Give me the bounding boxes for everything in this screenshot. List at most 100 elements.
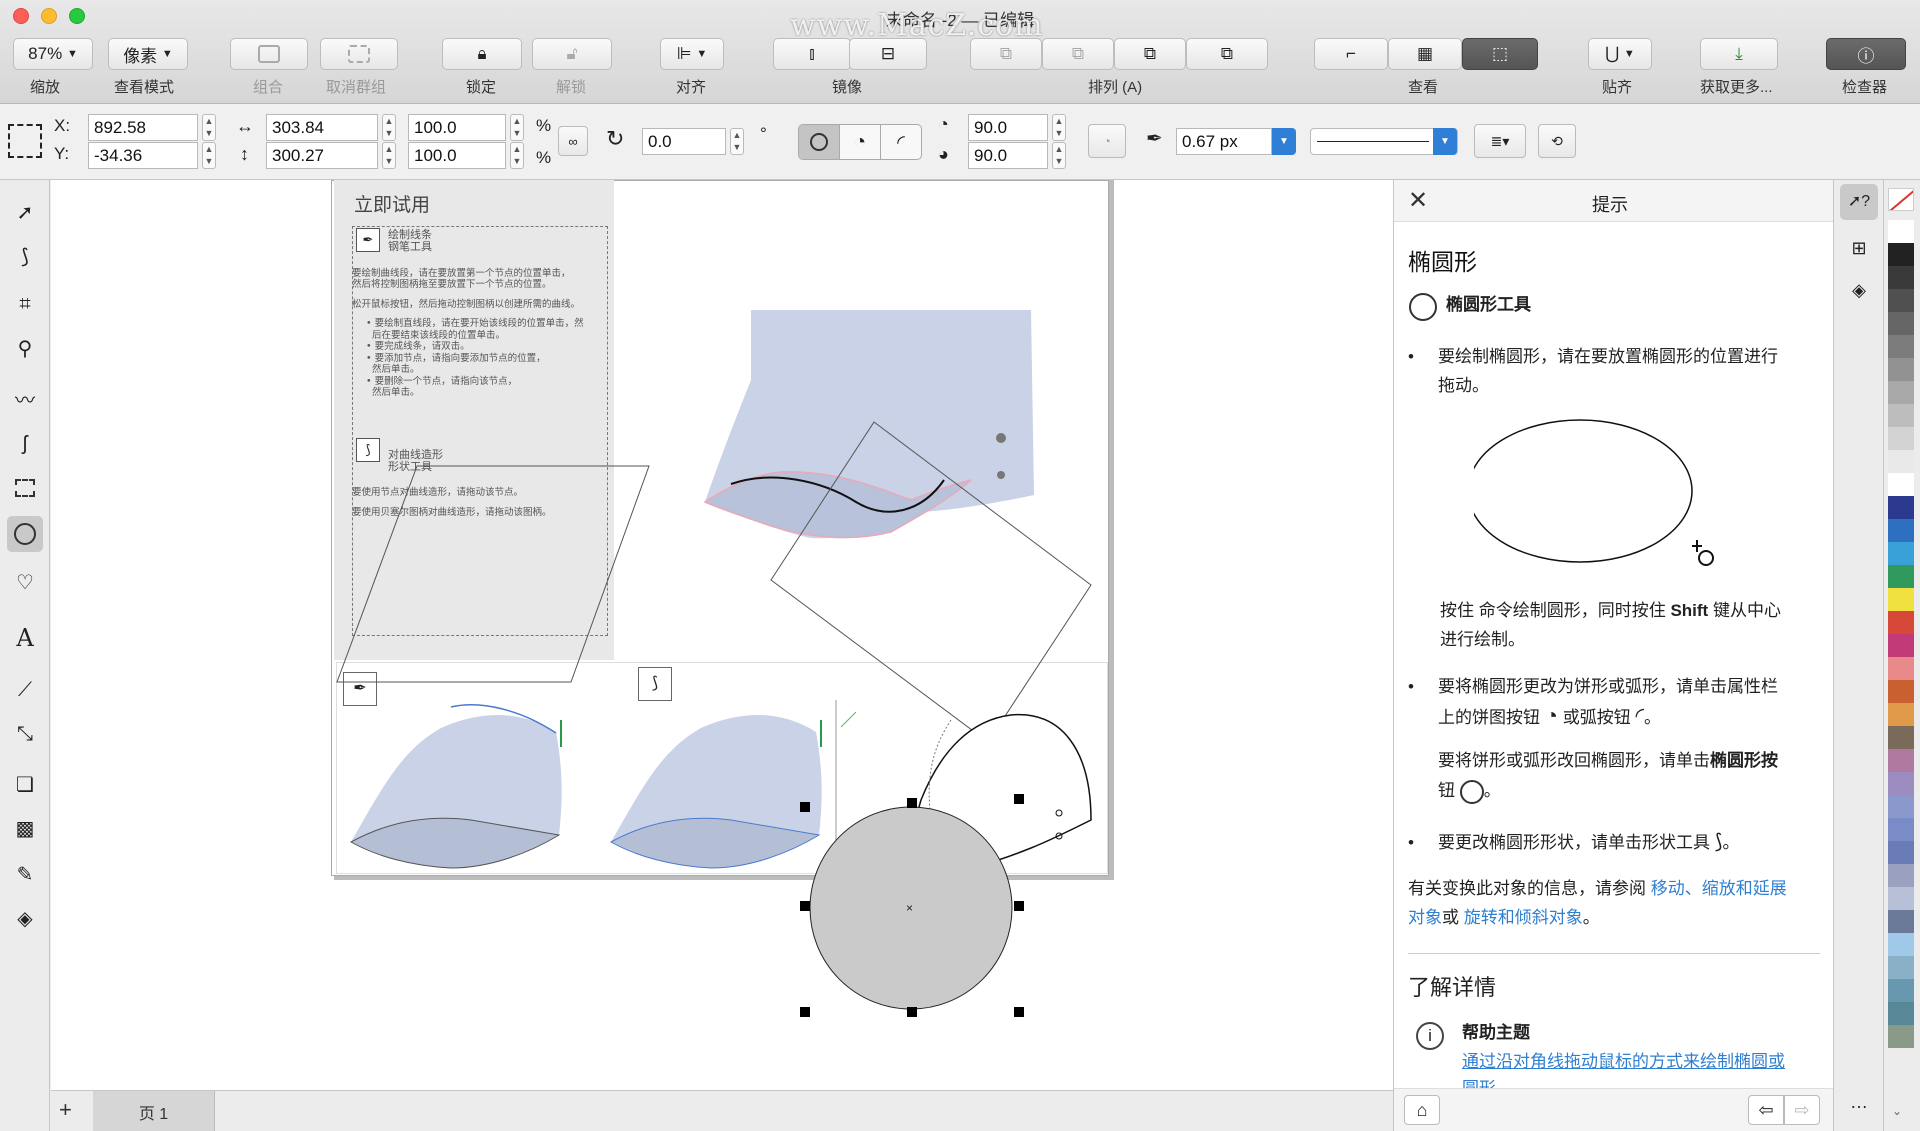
properties-docker-tab[interactable]: ⊞ — [1840, 230, 1878, 266]
end-angle-field[interactable]: 90.0 — [968, 142, 1048, 169]
objects-link[interactable]: 对象 — [1408, 908, 1442, 927]
guidelines-button[interactable]: ⬚ — [1462, 38, 1538, 70]
color-swatch[interactable] — [1888, 427, 1914, 450]
crop-tool[interactable]: ⌗ — [7, 286, 43, 322]
forward-button[interactable]: ⇨ — [1784, 1095, 1820, 1125]
color-swatch[interactable] — [1888, 634, 1914, 657]
color-swatch[interactable] — [1888, 979, 1914, 1002]
color-swatch[interactable] — [1888, 312, 1914, 335]
ungroup-button[interactable] — [320, 38, 398, 70]
inspector-button[interactable]: ⓘ — [1826, 38, 1906, 70]
color-swatch[interactable] — [1888, 358, 1914, 381]
interactive-fill-tool[interactable]: ◈ — [7, 900, 43, 936]
color-swatch[interactable] — [1888, 243, 1914, 266]
color-swatch[interactable] — [1888, 933, 1914, 956]
color-swatch[interactable] — [1888, 473, 1914, 496]
mirror-vertical-button[interactable]: ⊟ — [849, 38, 927, 70]
color-swatch[interactable] — [1888, 887, 1914, 910]
y-position-field[interactable]: -34.36 — [88, 142, 198, 169]
align-dropdown[interactable]: ⊫ ▼ — [660, 38, 724, 70]
start-angle-stepper[interactable]: ▲ ▼ — [1052, 114, 1066, 141]
pick-tool[interactable]: ➚ — [7, 194, 43, 230]
color-swatch[interactable] — [1888, 220, 1914, 243]
color-swatch[interactable] — [1888, 1002, 1914, 1025]
selection-handle[interactable] — [1014, 794, 1024, 804]
color-swatch[interactable] — [1888, 588, 1914, 611]
back-one-button[interactable]: ⧉ — [1186, 38, 1268, 70]
x-stepper[interactable]: ▲ ▼ — [202, 114, 216, 141]
color-swatch[interactable] — [1888, 864, 1914, 887]
layers-docker-tab[interactable]: ◈ — [1840, 272, 1878, 308]
height-stepper[interactable]: ▲ ▼ — [382, 142, 396, 169]
color-swatch[interactable] — [1888, 496, 1914, 519]
color-swatch[interactable] — [1888, 749, 1914, 772]
reference-point-icon[interactable] — [8, 124, 42, 158]
help-link-line2[interactable]: 圆形 — [1462, 1076, 1496, 1088]
rectangle-tool[interactable] — [7, 470, 43, 506]
connector-tool[interactable]: ⤡ — [7, 716, 43, 752]
rulers-button[interactable]: ⌐ — [1314, 38, 1388, 70]
forward-one-button[interactable]: ⧉ — [1114, 38, 1186, 70]
shape-tool[interactable]: ⟆ — [7, 238, 43, 274]
color-swatch[interactable] — [1888, 1025, 1914, 1048]
to-front-button[interactable]: ⧉ — [970, 38, 1042, 70]
zoom-dropdown[interactable]: 87% ▼ — [13, 38, 93, 70]
artistic-media-tool[interactable]: ʃ — [7, 426, 43, 462]
color-swatch[interactable] — [1888, 703, 1914, 726]
outline-width-field[interactable]: 0.67 px — [1176, 128, 1272, 155]
more-options-button[interactable]: … — [1840, 1092, 1878, 1122]
tab-page-1[interactable]: 页 1 — [93, 1091, 215, 1131]
selection-handle[interactable] — [1014, 1007, 1024, 1017]
color-swatch[interactable] — [1888, 910, 1914, 933]
height-field[interactable]: 300.27 — [266, 142, 378, 169]
end-angle-stepper[interactable]: ▲ ▼ — [1052, 142, 1066, 169]
get-more-button[interactable]: ⤓ — [1700, 38, 1778, 70]
close-icon[interactable]: ✕ — [1408, 186, 1428, 215]
drop-shadow-tool[interactable]: ❏ — [7, 766, 43, 802]
ellipse-mode-button[interactable] — [799, 125, 839, 159]
selection-handle[interactable] — [1014, 901, 1024, 911]
group-button[interactable] — [230, 38, 308, 70]
text-tool[interactable]: A — [7, 620, 43, 656]
color-swatch[interactable] — [1888, 841, 1914, 864]
eyedropper-tool[interactable]: ✎ — [7, 856, 43, 892]
color-swatch[interactable] — [1888, 519, 1914, 542]
drawing-canvas[interactable]: 立即试用 ✒ 绘制线条 钢笔工具 要绘制曲线段，请在要放置第一个节点的位置单击，… — [51, 180, 1393, 1090]
color-swatch[interactable] — [1888, 450, 1914, 473]
x-position-field[interactable]: 892.58 — [88, 114, 198, 141]
to-back-button[interactable]: ⧉ — [1042, 38, 1114, 70]
arc-mode-button[interactable]: ◜ — [880, 125, 921, 159]
freehand-tool[interactable]: 〰 — [7, 380, 43, 416]
ellipse-tool[interactable] — [7, 516, 43, 552]
start-angle-field[interactable]: 90.0 — [968, 114, 1048, 141]
lock-ratio-button[interactable]: ∞ — [558, 126, 588, 156]
selection-handle[interactable] — [800, 901, 810, 911]
color-swatch[interactable] — [1888, 795, 1914, 818]
color-swatch[interactable] — [1888, 335, 1914, 358]
parallel-dimension-tool[interactable]: ⟋ — [7, 672, 43, 708]
home-button[interactable]: ⌂ — [1404, 1095, 1440, 1125]
scale-height-stepper[interactable]: ▲ ▼ — [510, 142, 524, 169]
color-swatch[interactable] — [1888, 381, 1914, 404]
scale-height-field[interactable]: 100.0 — [408, 142, 506, 169]
line-style-dropdown[interactable]: ▼ — [1310, 128, 1458, 155]
transparency-tool[interactable]: ▩ — [7, 810, 43, 846]
rotation-field[interactable]: 0.0 — [642, 128, 726, 155]
width-stepper[interactable]: ▲ ▼ — [382, 114, 396, 141]
color-swatch[interactable] — [1888, 657, 1914, 680]
back-button[interactable]: ⇦ — [1748, 1095, 1784, 1125]
convert-to-curves-button[interactable]: ⟲ — [1538, 124, 1576, 158]
palette-scroll-down-icon[interactable]: ⌄ — [1892, 1104, 1902, 1118]
color-swatch[interactable] — [1888, 611, 1914, 634]
polygon-tool[interactable]: ♡ — [7, 564, 43, 600]
selection-handle[interactable] — [907, 798, 917, 808]
lock-button[interactable]: 🔒︎ — [442, 38, 522, 70]
grid-button[interactable]: ▦ — [1388, 38, 1462, 70]
help-link-line1[interactable]: 通过沿对角线拖动鼠标的方式来绘制椭圆或 — [1462, 1047, 1785, 1076]
color-swatch[interactable] — [1888, 404, 1914, 427]
rotation-stepper[interactable]: ▲ ▼ — [730, 128, 744, 155]
line-style-dropdown-button[interactable]: ▼ — [1433, 128, 1457, 155]
rotate-skew-link[interactable]: 旋转和倾斜对象 — [1464, 908, 1583, 927]
selection-handle[interactable] — [907, 1007, 917, 1017]
width-field[interactable]: 303.84 — [266, 114, 378, 141]
